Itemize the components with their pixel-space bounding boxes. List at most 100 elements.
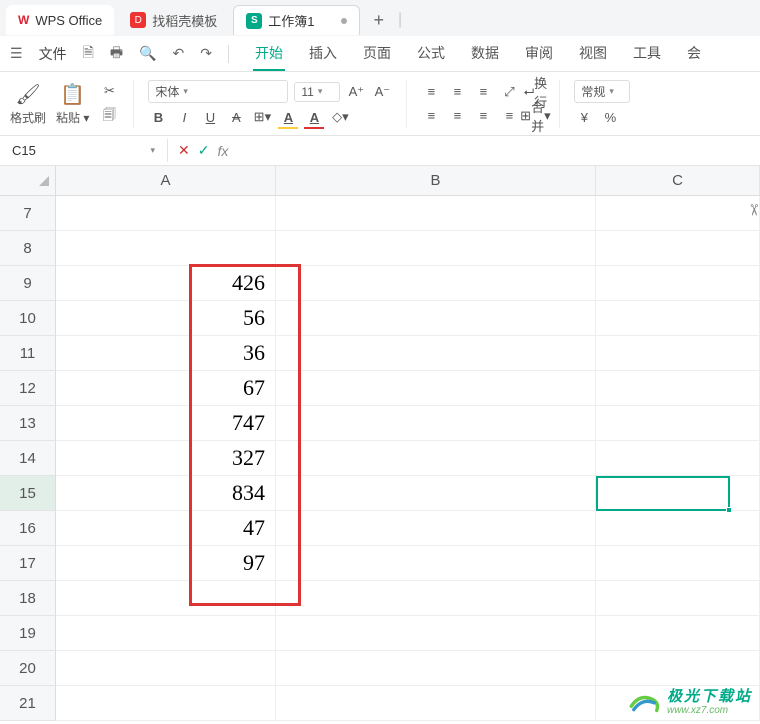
font-family-select[interactable]: 宋体 ▾ bbox=[148, 80, 288, 103]
align-right-icon[interactable]: ≡ bbox=[473, 106, 493, 126]
row-header[interactable]: 10 bbox=[0, 301, 56, 336]
formula-cancel-icon[interactable]: ✕ bbox=[178, 142, 190, 159]
col-header-A[interactable]: A bbox=[56, 166, 276, 196]
font-size-select[interactable]: 11 ▾ bbox=[294, 82, 340, 102]
row-header[interactable]: 11 bbox=[0, 336, 56, 371]
clear-format-button[interactable]: ◇▾ bbox=[330, 107, 350, 127]
undo-icon[interactable]: ↶ bbox=[172, 45, 184, 62]
copy-icon[interactable]: 🗐 bbox=[99, 107, 119, 127]
app-tab[interactable]: W WPS Office bbox=[6, 5, 114, 35]
row-header[interactable]: 8 bbox=[0, 231, 56, 266]
percent-button[interactable]: % bbox=[600, 107, 620, 127]
cell[interactable] bbox=[596, 651, 760, 686]
align-center-icon[interactable]: ≡ bbox=[447, 106, 467, 126]
cell[interactable] bbox=[276, 266, 596, 301]
tab-formula[interactable]: 公式 bbox=[415, 37, 447, 71]
merge-button[interactable]: ⊞ 合并▾ bbox=[525, 106, 545, 126]
cell[interactable] bbox=[56, 231, 276, 266]
row-header[interactable]: 16 bbox=[0, 511, 56, 546]
cell[interactable]: 327 bbox=[56, 441, 276, 476]
menu-icon[interactable]: ☰ bbox=[10, 45, 23, 62]
close-tab-icon[interactable] bbox=[341, 18, 347, 24]
tab-tools[interactable]: 工具 bbox=[631, 37, 663, 71]
cell[interactable] bbox=[56, 616, 276, 651]
cell[interactable]: 747 bbox=[56, 406, 276, 441]
row-header[interactable]: 9 bbox=[0, 266, 56, 301]
col-header-C[interactable]: C bbox=[596, 166, 760, 196]
cell[interactable] bbox=[276, 336, 596, 371]
currency-button[interactable]: ¥ bbox=[574, 107, 594, 127]
cell[interactable] bbox=[596, 406, 760, 441]
select-all-corner[interactable] bbox=[0, 166, 56, 196]
new-tab-button[interactable]: + bbox=[364, 10, 395, 31]
italic-button[interactable]: I bbox=[174, 107, 194, 127]
cell[interactable]: 67 bbox=[56, 371, 276, 406]
strikethrough-button[interactable]: A bbox=[226, 107, 246, 127]
cell[interactable] bbox=[276, 581, 596, 616]
cell[interactable] bbox=[596, 371, 760, 406]
align-left-icon[interactable]: ≡ bbox=[421, 106, 441, 126]
cell[interactable] bbox=[276, 546, 596, 581]
cells-area[interactable]: 4265636677473278344797 bbox=[56, 196, 760, 721]
font-color-button[interactable]: A bbox=[304, 107, 324, 127]
row-header[interactable]: 13 bbox=[0, 406, 56, 441]
redo-icon[interactable]: ↷ bbox=[200, 45, 212, 62]
file-menu[interactable]: 文件 bbox=[39, 44, 67, 64]
orientation-icon[interactable]: ⤢ bbox=[499, 82, 519, 102]
cell[interactable] bbox=[276, 196, 596, 231]
cell[interactable]: 426 bbox=[56, 266, 276, 301]
bold-button[interactable]: B bbox=[148, 107, 168, 127]
increase-font-icon[interactable]: A⁺ bbox=[346, 82, 366, 102]
cell[interactable] bbox=[276, 301, 596, 336]
indent-icon[interactable]: ≡ bbox=[499, 106, 519, 126]
row-header[interactable]: 21 bbox=[0, 686, 56, 721]
cell[interactable] bbox=[596, 301, 760, 336]
preview-icon[interactable]: 🔍 bbox=[139, 45, 156, 62]
number-format-select[interactable]: 常规 ▾ bbox=[574, 80, 630, 103]
row-header[interactable]: 15 bbox=[0, 476, 56, 511]
cell[interactable] bbox=[276, 616, 596, 651]
paste-button[interactable]: 📋 粘贴 ▾ bbox=[56, 82, 89, 126]
cell[interactable] bbox=[276, 231, 596, 266]
fill-color-button[interactable]: A bbox=[278, 107, 298, 127]
tab-home[interactable]: 开始 bbox=[253, 37, 285, 71]
formula-accept-icon[interactable]: ✓ bbox=[198, 142, 210, 159]
row-header[interactable]: 17 bbox=[0, 546, 56, 581]
tab-insert[interactable]: 插入 bbox=[307, 37, 339, 71]
save-icon[interactable]: 🗎 bbox=[83, 42, 94, 66]
cell[interactable]: 36 bbox=[56, 336, 276, 371]
col-header-B[interactable]: B bbox=[276, 166, 596, 196]
cell[interactable] bbox=[596, 616, 760, 651]
cell[interactable] bbox=[276, 511, 596, 546]
cell[interactable] bbox=[596, 231, 760, 266]
cell[interactable] bbox=[596, 511, 760, 546]
cell[interactable] bbox=[596, 581, 760, 616]
tab-review[interactable]: 审阅 bbox=[523, 37, 555, 71]
print-icon[interactable]: 🖶 bbox=[110, 42, 123, 66]
cell[interactable]: 47 bbox=[56, 511, 276, 546]
align-bottom-icon[interactable]: ≡ bbox=[473, 82, 493, 102]
row-header[interactable]: 12 bbox=[0, 371, 56, 406]
row-header[interactable]: 14 bbox=[0, 441, 56, 476]
cell[interactable] bbox=[596, 196, 760, 231]
row-header[interactable]: 18 bbox=[0, 581, 56, 616]
borders-button[interactable]: ⊞▾ bbox=[252, 107, 272, 127]
row-header[interactable]: 7 bbox=[0, 196, 56, 231]
workbook-tab[interactable]: S 工作簿1 bbox=[233, 5, 359, 35]
tab-data[interactable]: 数据 bbox=[469, 37, 501, 71]
cell[interactable] bbox=[276, 651, 596, 686]
cell[interactable] bbox=[276, 476, 596, 511]
tab-page[interactable]: 页面 bbox=[361, 37, 393, 71]
cell[interactable] bbox=[56, 651, 276, 686]
cell[interactable] bbox=[56, 196, 276, 231]
cell[interactable] bbox=[596, 546, 760, 581]
cell[interactable]: 834 bbox=[56, 476, 276, 511]
row-header[interactable]: 19 bbox=[0, 616, 56, 651]
cell[interactable] bbox=[56, 686, 276, 721]
cell[interactable] bbox=[596, 266, 760, 301]
fx-label[interactable]: fx bbox=[217, 143, 228, 159]
underline-button[interactable]: U bbox=[200, 107, 220, 127]
align-middle-icon[interactable]: ≡ bbox=[447, 82, 467, 102]
cell[interactable]: 97 bbox=[56, 546, 276, 581]
docer-tab[interactable]: D 找稻壳模板 bbox=[118, 5, 229, 35]
